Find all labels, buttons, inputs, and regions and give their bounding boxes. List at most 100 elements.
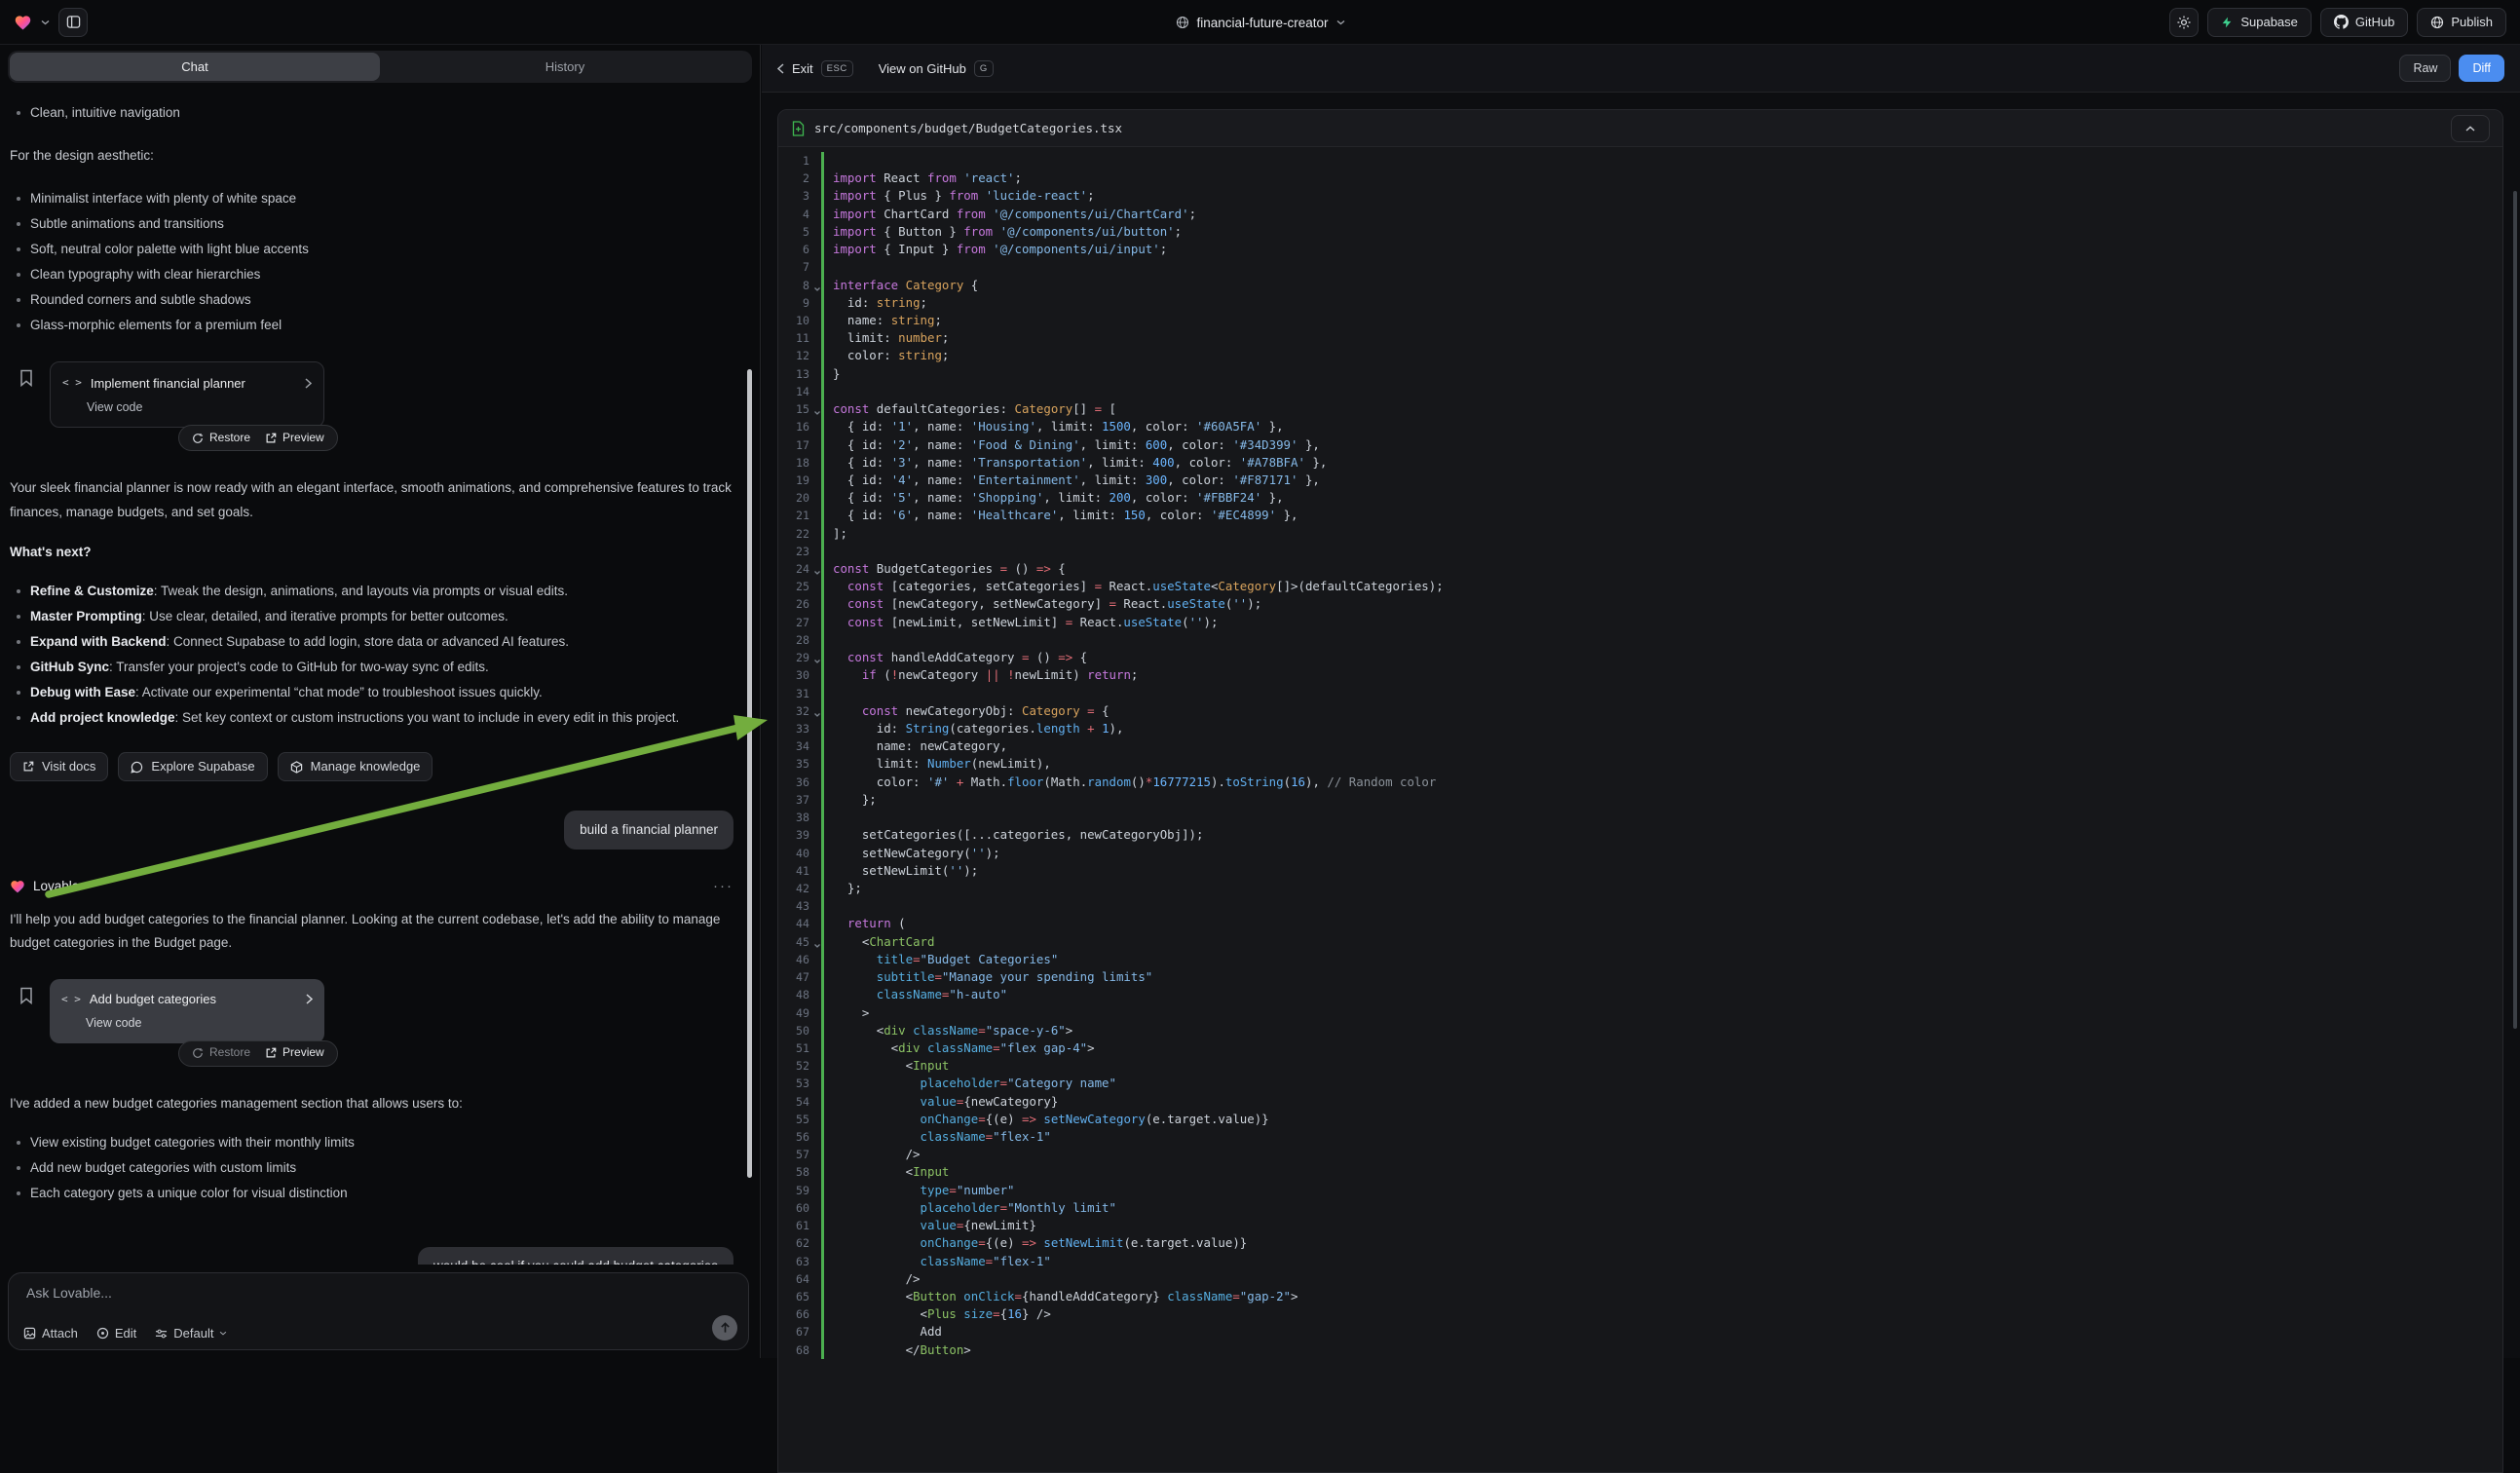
settings-button[interactable] [2169,8,2199,37]
line-number: 66 [778,1305,821,1323]
ready-paragraph: Your sleek financial planner is now read… [10,476,733,524]
more-options-button[interactable]: ··· [713,882,733,891]
code-line: 15const defaultCategories: Category[] = … [778,400,2502,418]
tab-chat[interactable]: Chat [10,53,380,81]
chevron-right-icon [305,378,312,389]
tab-history[interactable]: History [380,53,750,81]
chevron-up-icon [2465,126,2475,132]
code-line: 22]; [778,525,2502,543]
manage-knowledge-button[interactable]: Manage knowledge [278,752,433,781]
code-line: 11 limit: number; [778,329,2502,347]
list-item: Debug with Ease: Activate our experiment… [10,680,733,705]
chevron-left-icon [777,63,784,74]
version-card-add-budget-categories[interactable]: < > Add budget categories View code [50,979,324,1043]
code-line: 68 </Button> [778,1341,2502,1359]
line-number: 40 [778,845,821,862]
restore-button[interactable]: Restore [192,428,250,449]
arrow-up-icon [720,1322,731,1334]
version-card-title: Implement financial planner [91,372,296,395]
file-diff-card: src/components/budget/BudgetCategories.t… [777,109,2503,1473]
version-card-2-wrap: < > Add budget categories View code Rest… [50,979,324,1043]
github-button[interactable]: GitHub [2320,8,2408,37]
code-lines[interactable]: 12import React from 'react';3import { Pl… [778,147,2502,1359]
lovable-logo-icon[interactable] [14,14,32,30]
code-line: 30 if (!newCategory || !newLimit) return… [778,666,2502,684]
view-code-link[interactable]: View code [87,397,142,419]
diff-toggle-button[interactable]: Diff [2459,55,2504,82]
send-button[interactable] [712,1315,737,1341]
list-item: Add new budget categories with custom li… [10,1155,733,1181]
line-number: 57 [778,1146,821,1163]
line-number: 68 [778,1341,821,1359]
project-name: financial-future-creator [1196,16,1328,30]
line-number: 17 [778,436,821,454]
globe-icon [1175,16,1188,29]
line-number: 8 [778,277,821,294]
code-line: 56 className="flex-1" [778,1128,2502,1146]
code-line: 37 }; [778,791,2502,809]
line-number: 20 [778,489,821,507]
code-line: 4import ChartCard from '@/components/ui/… [778,206,2502,223]
code-line: 17 { id: '2', name: 'Food & Dining', lim… [778,436,2502,454]
line-number: 29 [778,649,821,666]
project-switcher[interactable]: financial-future-creator [1175,0,1344,45]
line-number: 48 [778,986,821,1003]
collapse-file-button[interactable] [2451,115,2490,142]
view-on-github-button[interactable]: View on GitHub G [879,60,994,77]
bookmark-icon[interactable] [19,369,33,395]
restore-icon [192,433,204,444]
gear-icon [2176,15,2192,30]
sliders-icon [155,1328,168,1340]
user-message-bubble: build a financial planner [564,811,733,850]
logo-chevron-down-icon[interactable] [41,19,50,25]
code-line: 59 type="number" [778,1182,2502,1199]
action-buttons-row: Visit docs Explore Supabase Manage knowl… [10,752,733,781]
edit-button[interactable]: Edit [96,1326,136,1341]
prompt-input[interactable] [26,1285,699,1301]
publish-button[interactable]: Publish [2417,8,2506,37]
bookmark-icon[interactable] [19,987,33,1012]
code-line: 2import React from 'react'; [778,170,2502,187]
next-steps-list: Refine & Customize: Tweak the design, an… [10,579,733,731]
code-scrollbar-thumb[interactable] [2513,191,2517,1029]
chat-scrollbar-thumb[interactable] [747,369,752,1178]
code-line: 27 const [newLimit, setNewLimit] = React… [778,614,2502,631]
attach-button[interactable]: Attach [23,1326,78,1341]
line-number: 1 [778,152,821,170]
supabase-button[interactable]: Supabase [2207,8,2312,37]
code-line: 9 id: string; [778,294,2502,312]
version-card-implement-financial-planner[interactable]: < > Implement financial planner View cod… [50,361,324,428]
line-number: 43 [778,897,821,915]
raw-toggle-button[interactable]: Raw [2399,55,2451,82]
view-code-link[interactable]: View code [86,1012,141,1035]
chat-scroll-area[interactable]: Clean, intuitive navigation For the desi… [0,89,760,1265]
line-number: 64 [778,1270,821,1288]
line-number: 4 [778,206,821,223]
list-item: Master Prompting: Use clear, detailed, a… [10,604,733,629]
line-number: 52 [778,1057,821,1075]
code-line: 66 <Plus size={16} /> [778,1305,2502,1323]
line-number: 36 [778,774,821,791]
model-selector[interactable]: Default [155,1326,227,1341]
line-number: 42 [778,880,821,897]
line-number: 53 [778,1075,821,1092]
list-item: Subtle animations and transitions [10,211,733,237]
visit-docs-button[interactable]: Visit docs [10,752,108,781]
preview-button[interactable]: Preview [265,1042,324,1064]
project-chevron-down-icon [1336,19,1345,25]
file-path-bar[interactable]: src/components/budget/BudgetCategories.t… [778,110,2502,147]
preview-button[interactable]: Preview [265,428,324,449]
line-number: 56 [778,1128,821,1146]
scrolled-bullet-list: Clean, intuitive navigation [10,100,733,126]
list-item: GitHub Sync: Transfer your project's cod… [10,655,733,680]
restore-button[interactable]: Restore [192,1042,250,1064]
line-number: 44 [778,915,821,932]
sidebar-toggle-button[interactable] [58,8,88,37]
code-line: 14 [778,383,2502,400]
top-bar: financial-future-creator Supabase GitHub… [0,0,2520,45]
external-link-icon [265,1047,277,1059]
exit-button[interactable]: Exit ESC [777,60,853,77]
explore-supabase-button[interactable]: Explore Supabase [118,752,267,781]
external-link-icon [265,433,277,444]
code-brackets-icon: < > [61,990,81,1009]
